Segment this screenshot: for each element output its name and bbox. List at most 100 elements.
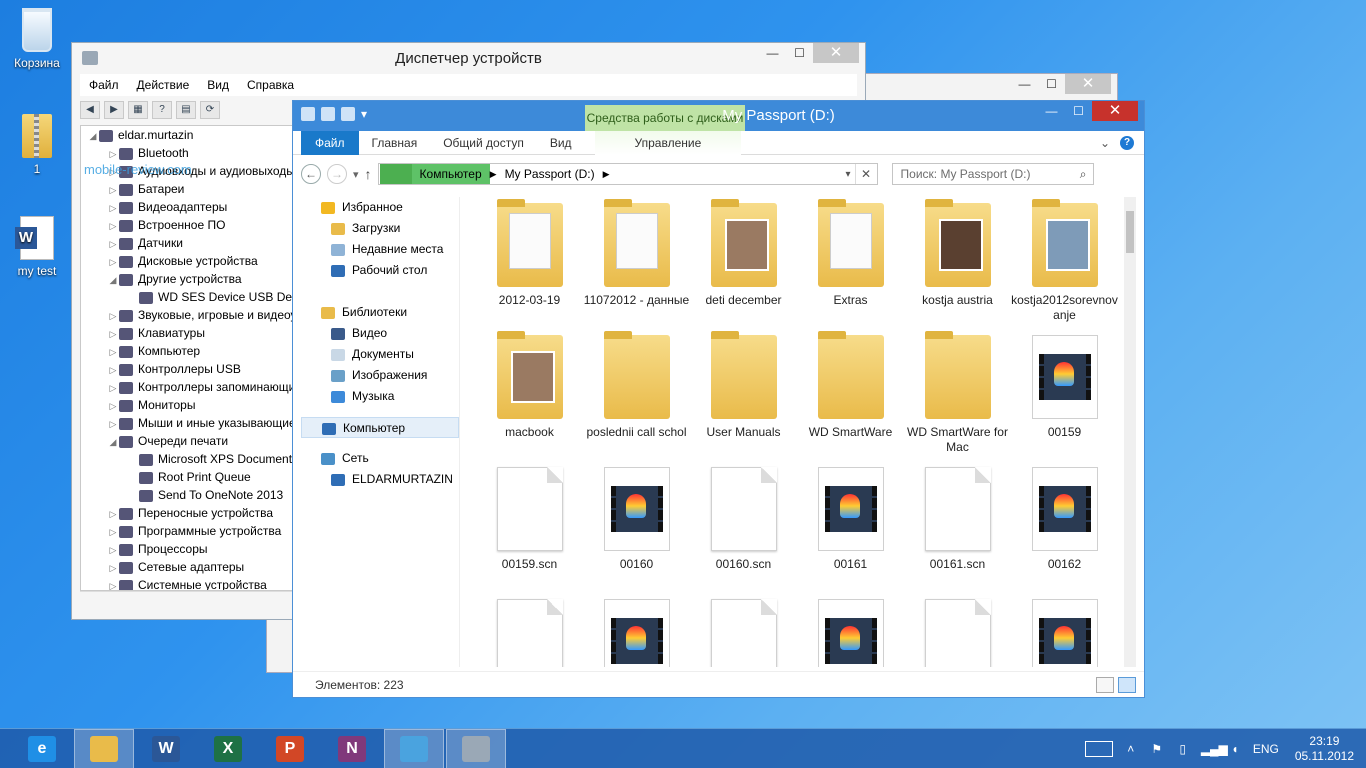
file-item[interactable] [797,599,904,667]
chevron-up-icon[interactable]: ˄ [1123,742,1139,756]
tree-node[interactable]: ▷ Системные устройства [81,576,301,590]
nav-favorites[interactable]: Избранное [301,197,459,218]
nav-images[interactable]: Изображения [301,365,459,386]
tree-node[interactable]: ▷ Сетевые адаптеры [81,558,301,576]
forward-button[interactable]: → [327,164,347,184]
battery-icon[interactable]: ▯ [1175,742,1191,756]
minimize-button[interactable]: — [759,43,786,63]
collapse-arrow-icon[interactable]: ◢ [107,271,119,289]
tree-node[interactable]: ▷ Батареи [81,180,301,198]
nav-network[interactable]: Сеть [301,448,459,469]
scrollbar-thumb[interactable] [1126,211,1134,253]
taskbar-powerpoint-button[interactable]: P [260,729,320,768]
close-button[interactable]: ✕ [813,43,859,63]
taskbar-control-panel-button[interactable] [384,728,444,768]
menu-action[interactable]: Действие [128,74,199,96]
new-folder-icon[interactable] [341,107,355,121]
expand-arrow-icon[interactable]: ▷ [107,415,119,433]
tree-node[interactable]: Microsoft XPS Document Writer [81,450,301,468]
maximize-button[interactable]: ☐ [1065,101,1092,121]
maximize-button[interactable]: ☐ [1038,74,1065,94]
expand-arrow-icon[interactable]: ▷ [107,181,119,199]
volume-icon[interactable]: ◖ [1227,742,1243,756]
title-bar[interactable]: ▾ Средства работы с дисками My Passport … [293,101,1144,131]
file-item[interactable]: 00161 [797,467,904,599]
file-item[interactable]: Extras [797,199,904,335]
taskbar-excel-button[interactable]: X [198,729,258,768]
file-item[interactable]: 00162 [1011,467,1118,599]
tab-file[interactable]: Файл [301,130,359,155]
tree-node[interactable]: ▷ Переносные устройства [81,504,301,522]
expand-arrow-icon[interactable]: ▷ [107,361,119,379]
tree-node[interactable]: ▷ Bluetooth [81,144,301,162]
file-item[interactable]: User Manuals [690,331,797,467]
expand-arrow-icon[interactable]: ▷ [107,541,119,559]
expand-arrow-icon[interactable]: ▷ [107,577,119,590]
maximize-button[interactable]: ☐ [786,43,813,63]
menu-view[interactable]: Вид [198,74,238,96]
collapse-arrow-icon[interactable]: ◢ [87,127,99,145]
tree-node[interactable]: ◢ Очереди печати [81,432,301,450]
file-item[interactable]: 00160 [583,467,690,599]
expand-arrow-icon[interactable]: ▷ [107,145,119,163]
vertical-scrollbar[interactable] [1124,197,1136,667]
chevron-down-icon[interactable]: ▾ [846,169,851,180]
tree-node[interactable]: ▷ Контроллеры USB [81,360,301,378]
nav-recent[interactable]: Недавние места [301,239,459,260]
expand-arrow-icon[interactable]: ▷ [107,397,119,415]
details-icon[interactable]: ▤ [176,101,196,119]
file-item[interactable]: poslednii call schol [583,331,690,467]
tree-node[interactable]: ▷ Клавиатуры [81,324,301,342]
flag-icon[interactable]: ⚑ [1149,742,1165,756]
desktop-icon-recycle-bin[interactable]: Корзина [2,8,72,70]
tab-manage[interactable]: Управление [594,130,742,155]
address-bar[interactable]: Компьютер ▶ My Passport (D:) ▶ ▾ ✕ [377,163,878,185]
breadcrumb-separator-icon[interactable]: ▶ [603,169,610,180]
close-button[interactable]: ✕ [1092,101,1138,121]
nav-video[interactable]: Видео [301,323,459,344]
file-item[interactable]: 11072012 - данные [583,199,690,335]
tree-node[interactable]: WD SES Device USB Device [81,288,301,306]
nav-computer[interactable]: Компьютер [301,417,459,438]
nav-libraries[interactable]: Библиотеки [301,302,459,323]
search-input[interactable]: Поиск: My Passport (D:) ⌕ [891,163,1094,185]
device-tree[interactable]: ◢ eldar.murtazin ▷ Bluetooth ▷ Аудиовходы и а… [80,125,302,591]
nav-downloads[interactable]: Загрузки [301,218,459,239]
nav-documents[interactable]: Документы [301,344,459,365]
taskbar-explorer-button[interactable] [74,728,134,768]
breadcrumb-drive[interactable]: My Passport (D:) [497,167,603,181]
tree-node[interactable]: ▷ Датчики [81,234,301,252]
nav-music[interactable]: Музыка [301,386,459,407]
taskbar-word-button[interactable]: W [136,729,196,768]
minimize-button[interactable]: — [1038,101,1065,121]
recent-locations-icon[interactable]: ▾ [353,168,359,181]
expand-arrow-icon[interactable]: ▷ [107,379,119,397]
expand-arrow-icon[interactable]: ▷ [107,253,119,271]
ribbon-expand-icon[interactable]: ⌄ [1100,136,1110,150]
expand-arrow-icon[interactable]: ▷ [107,343,119,361]
details-view-icon[interactable] [1096,677,1114,693]
tree-node[interactable]: ▷ Процессоры [81,540,301,558]
touch-keyboard-icon[interactable] [1084,740,1113,757]
nav-pc[interactable]: ELDARMURTAZIN [301,469,459,490]
file-item[interactable] [583,599,690,667]
tree-node[interactable]: ◢ Другие устройства [81,270,301,288]
desktop-icon-1[interactable]: 1 [2,114,72,176]
forward-arrow-icon[interactable]: ▶ [104,101,124,119]
properties-icon[interactable] [321,107,335,121]
expand-arrow-icon[interactable]: ▷ [107,235,119,253]
file-list[interactable]: 2012-03-19 11072012 - данные deti december… [459,197,1125,667]
properties-icon[interactable]: ▦ [128,101,148,119]
minimize-button[interactable]: — [1011,74,1038,94]
file-item[interactable]: 00161.scn [904,467,1011,599]
tab-home[interactable]: Главная [359,131,431,155]
file-item[interactable]: 00159.scn [476,467,583,599]
scan-hardware-icon[interactable]: ⟳ [200,101,220,119]
taskbar-device-manager-button[interactable] [446,728,506,768]
breadcrumb-computer[interactable]: Компьютер [411,164,490,184]
file-item[interactable]: kostja2012sorevnovanje [1011,199,1118,335]
file-item[interactable]: macbook [476,331,583,467]
expand-arrow-icon[interactable]: ▷ [107,199,119,217]
file-item[interactable] [1011,599,1118,667]
tab-view[interactable]: Вид [537,131,585,155]
